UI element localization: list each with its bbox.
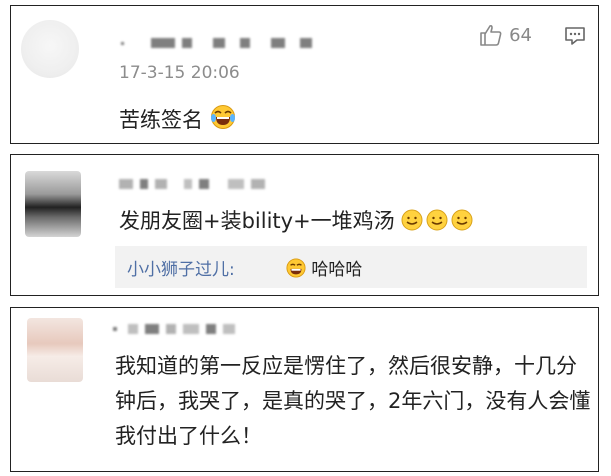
comment-text: 苦练签名	[119, 103, 236, 138]
like-button[interactable]: 64	[479, 24, 532, 46]
smile-icon	[451, 209, 473, 231]
reply-username[interactable]: 小小狮子过儿:	[127, 255, 235, 280]
avatar[interactable]	[27, 318, 83, 382]
comment-timestamp: 17-3-15 20:06	[119, 63, 240, 83]
smile-icon	[426, 209, 448, 231]
comment-text: 我知道的第一反应是愣住了，然后很安静，十几分钟后，我哭了，是真的哭了，2年六门，…	[115, 354, 591, 448]
avatar[interactable]	[25, 171, 81, 237]
grin-icon	[286, 258, 306, 278]
reply-text: 哈哈哈	[286, 255, 362, 280]
thumbs-up-icon	[480, 24, 502, 46]
username-blurred[interactable]	[113, 322, 235, 336]
comment-card: 我知道的第一反应是愣住了，然后很安静，十几分钟后，我哭了，是真的哭了，2年六门，…	[10, 307, 599, 472]
username-blurred[interactable]	[121, 36, 312, 50]
username-blurred[interactable]	[119, 177, 265, 191]
reply-box[interactable]: 小小狮子过儿: 哈哈哈	[115, 246, 587, 288]
avatar[interactable]	[21, 20, 79, 78]
like-count: 64	[509, 24, 532, 46]
comment-card: 17-3-15 20:06 64 苦练签名	[10, 5, 599, 144]
comment-card: 发朋友圈+装bility+一堆鸡汤 小小狮子过儿: 哈哈哈	[10, 154, 599, 296]
comment-icon[interactable]	[564, 26, 586, 46]
smile-icon	[401, 209, 423, 231]
comment-text: 发朋友圈+装bility+一堆鸡汤	[119, 204, 473, 239]
laugh-cry-icon	[210, 105, 235, 129]
